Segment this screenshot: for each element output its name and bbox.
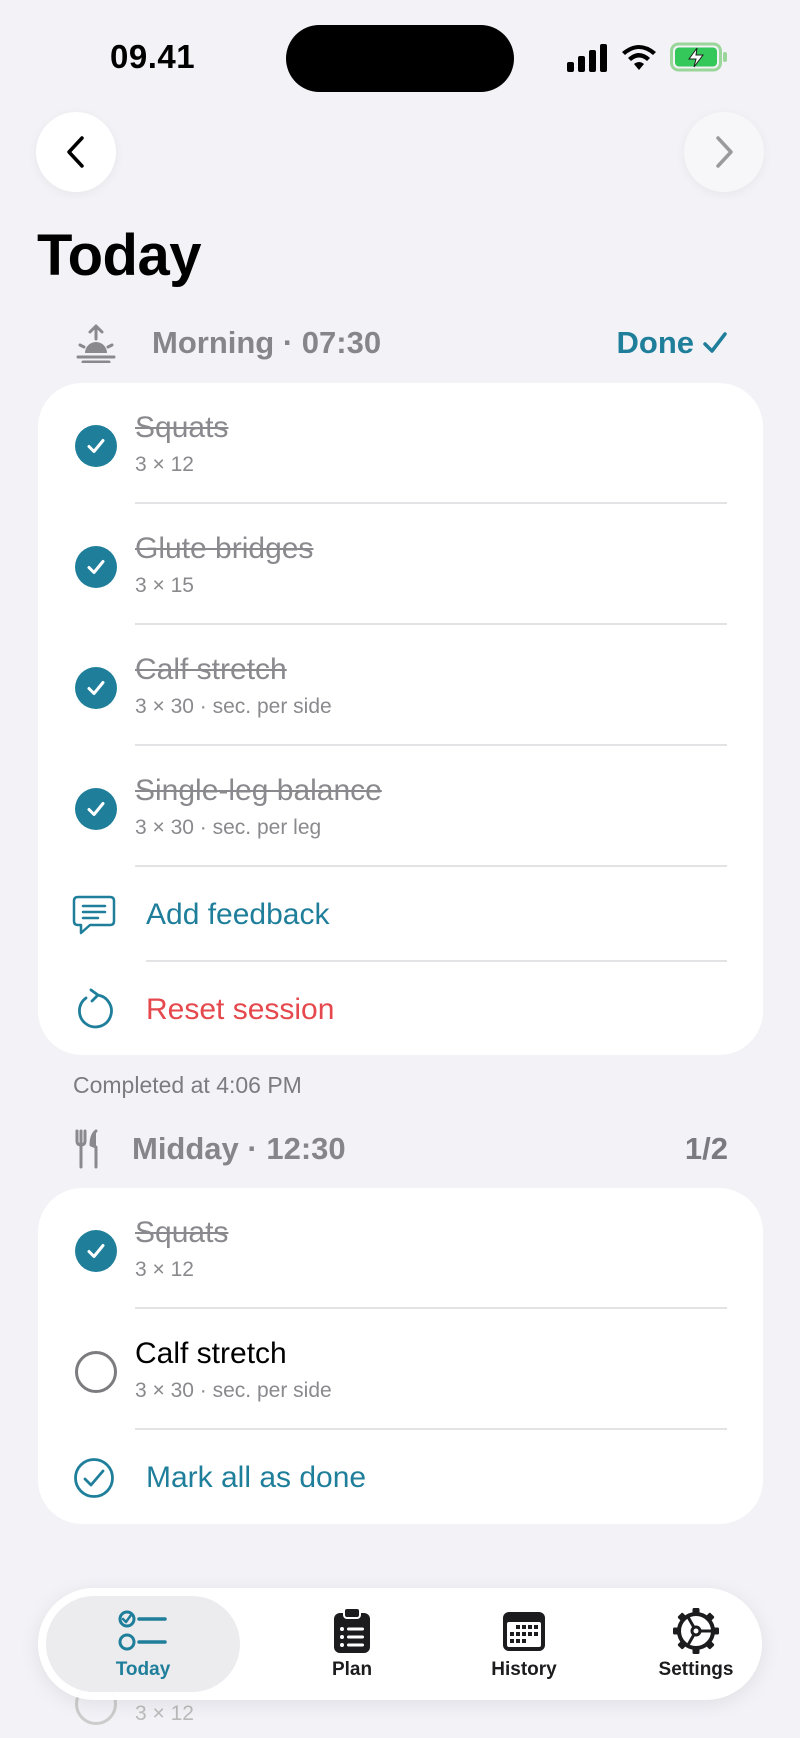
- exercise-detail: 3 × 30 · sec. per leg: [135, 816, 322, 839]
- status-time: 09.41: [110, 38, 196, 75]
- dynamic-island: [286, 25, 514, 92]
- exercise-row[interactable]: Calf stretch 3 × 30 · sec. per side: [38, 1309, 763, 1430]
- exercise-name: Glute bridges: [135, 532, 314, 565]
- morning-section-header: Morning · 07:30 Done: [74, 318, 728, 368]
- gear-icon: [670, 1607, 722, 1655]
- tab-label: Settings: [658, 1659, 734, 1680]
- exercise-row[interactable]: Squats 3 × 12: [38, 383, 763, 504]
- exercise-row[interactable]: Squats 3 × 12: [38, 1188, 763, 1309]
- reset-arrow-icon: [71, 987, 117, 1033]
- exercise-row[interactable]: Single-leg balance 3 × 30 · sec. per leg: [38, 746, 763, 867]
- midday-exercise-card: Squats 3 × 12 Calf stretch 3 × 30 · sec. pe…: [38, 1188, 763, 1524]
- clipboard-icon: [326, 1607, 378, 1655]
- exercise-name: Squats: [135, 1216, 229, 1249]
- reset-session-label: Reset session: [146, 992, 335, 1026]
- tab-settings[interactable]: Settings: [616, 1596, 776, 1692]
- calendar-icon: [498, 1607, 550, 1655]
- checked-checkbox[interactable]: [75, 667, 117, 709]
- checkmark-icon: [87, 1244, 105, 1258]
- checked-checkbox[interactable]: [75, 788, 117, 830]
- morning-done-label: Done: [616, 325, 695, 360]
- evening-peek-detail: 3 × 12: [135, 1702, 194, 1725]
- mark-all-done-label: Mark all as done: [146, 1460, 367, 1494]
- add-feedback-label: Add feedback: [146, 897, 330, 931]
- page-title: Today: [37, 223, 202, 288]
- checked-checkbox[interactable]: [75, 1230, 117, 1272]
- reset-session-button[interactable]: Reset session: [38, 962, 763, 1057]
- wifi-icon: [622, 45, 656, 70]
- midday-section-header: Midday · 12:30 1/2: [74, 1124, 728, 1174]
- chevron-right-icon: [716, 136, 733, 168]
- status-bar: 09.41: [0, 0, 800, 110]
- checked-checkbox[interactable]: [75, 425, 117, 467]
- exercise-detail: 3 × 15: [135, 574, 194, 597]
- mark-all-done-button[interactable]: Mark all as done: [38, 1430, 763, 1525]
- exercise-name: Single-leg balance: [135, 774, 382, 807]
- exercise-row[interactable]: Calf stretch 3 × 30 · sec. per side: [38, 625, 763, 746]
- exercise-row[interactable]: Glute bridges 3 × 15: [38, 504, 763, 625]
- exercise-name: Calf stretch: [135, 653, 287, 686]
- exercise-detail: 3 × 12: [135, 1258, 194, 1281]
- tab-bar: Today Plan History Settings: [38, 1588, 762, 1700]
- tab-label: History: [491, 1659, 557, 1680]
- tab-history[interactable]: History: [444, 1596, 604, 1692]
- morning-section-title: Morning · 07:30: [152, 325, 382, 360]
- midday-section-title: Midday · 12:30: [132, 1131, 346, 1166]
- sunrise-icon: [74, 321, 118, 365]
- check-circle-icon: [71, 1455, 117, 1501]
- checked-checkbox[interactable]: [75, 546, 117, 588]
- completed-note: Completed at 4:06 PM: [73, 1072, 302, 1098]
- checkmark-icon: [87, 802, 105, 816]
- add-feedback-button[interactable]: Add feedback: [38, 867, 763, 962]
- cellular-signal-icon: [567, 44, 607, 72]
- tab-label: Today: [115, 1659, 171, 1680]
- morning-done-status[interactable]: Done: [617, 325, 729, 361]
- tab-plan[interactable]: Plan: [272, 1596, 432, 1692]
- exercise-detail: 3 × 12: [135, 453, 194, 476]
- chevron-left-icon: [67, 136, 84, 168]
- checkmark-icon: [87, 681, 105, 695]
- checkmark-icon: [87, 560, 105, 574]
- exercise-detail: 3 × 30 · sec. per side: [135, 695, 332, 718]
- morning-exercise-card: Squats 3 × 12 Glute bridges 3 × 15 Calf stre…: [38, 383, 763, 1055]
- midday-progress: 1/2: [684, 1131, 728, 1166]
- fork-knife-icon: [74, 1127, 102, 1171]
- checklist-icon: [117, 1607, 169, 1655]
- exercise-name: Squats: [135, 411, 229, 444]
- next-day-button[interactable]: [684, 112, 764, 192]
- exercise-detail: 3 × 30 · sec. per side: [135, 1379, 332, 1402]
- checkmark-icon: [87, 439, 105, 453]
- battery-charging-icon: [670, 42, 727, 72]
- previous-day-button[interactable]: [36, 112, 116, 192]
- unchecked-checkbox[interactable]: [75, 1351, 117, 1393]
- tab-today[interactable]: Today: [46, 1596, 240, 1692]
- speech-bubble-icon: [71, 892, 117, 938]
- tab-label: Plan: [331, 1659, 373, 1680]
- checkmark-icon: [703, 332, 727, 353]
- exercise-name: Calf stretch: [135, 1337, 287, 1370]
